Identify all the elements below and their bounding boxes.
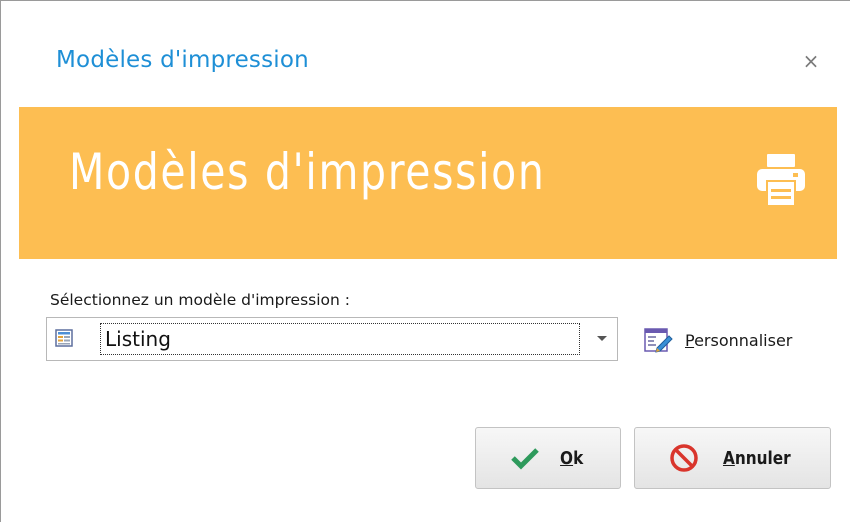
edit-form-icon	[644, 328, 673, 353]
banner-title: Modèles d'impression	[69, 143, 546, 201]
header-banner: Modèles d'impression	[19, 107, 837, 259]
customize-label: Personnaliser	[685, 330, 793, 350]
close-button[interactable]: ×	[797, 45, 825, 77]
checkmark-icon	[511, 448, 540, 470]
template-dropdown-value: Listing	[100, 323, 580, 355]
ok-button-label: Ok	[560, 447, 584, 469]
chevron-down-icon[interactable]	[597, 336, 607, 341]
cancel-icon	[669, 444, 698, 472]
cancel-button-label: Annuler	[722, 447, 791, 469]
printer-icon	[757, 154, 805, 207]
template-select-label: Sélectionnez un modèle d'impression :	[50, 291, 350, 309]
customize-link[interactable]: Personnaliser	[643, 323, 792, 357]
document-listing-icon	[55, 329, 73, 347]
dialog-title: Modèles d'impression	[56, 47, 309, 73]
cancel-button[interactable]: Annuler	[634, 427, 831, 489]
dialog-window: Modèles d'impression × Modèles d'impress…	[0, 0, 850, 522]
template-dropdown[interactable]: Listing	[46, 317, 618, 361]
ok-button[interactable]: Ok	[475, 427, 621, 489]
